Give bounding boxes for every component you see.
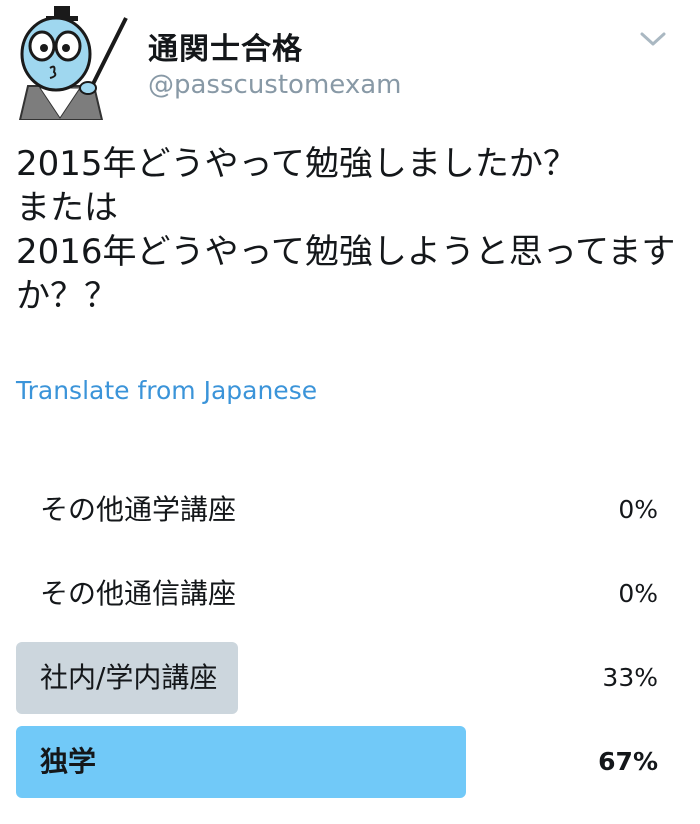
poll-option: 社内/学内講座 33% — [16, 642, 666, 716]
cartoon-avatar-icon — [18, 6, 128, 121]
tweet-menu-button[interactable] — [638, 28, 668, 50]
chevron-down-icon — [640, 32, 666, 46]
poll-option-percent: 33% — [602, 663, 658, 692]
poll-option-label: 社内/学内講座 — [40, 661, 218, 694]
poll-option: 独学 67% — [16, 726, 666, 800]
poll-option-percent: 0% — [618, 495, 658, 524]
poll-option-label: 独学 — [40, 745, 97, 778]
avatar[interactable] — [10, 6, 130, 121]
tweet-text-line: または — [16, 188, 118, 228]
poll-option-label: その他通学講座 — [40, 493, 237, 526]
tweet-text-line: 2016年どうやって勉強しようと思ってます — [16, 232, 676, 272]
poll: その他通学講座 0% その他通信講座 0% 社内/学内講座 33% 独学 67% — [16, 474, 666, 810]
tweet-text-line: か？？ — [16, 276, 118, 316]
translate-link[interactable]: Translate from Japanese — [16, 376, 317, 405]
poll-option-percent: 67% — [598, 747, 658, 776]
tweet-text-line: 2015年どうやって勉強しましたか？ — [16, 144, 577, 184]
display-name[interactable]: 通関士合格 — [148, 24, 303, 68]
poll-option-percent: 0% — [618, 579, 658, 608]
poll-option: その他通学講座 0% — [16, 474, 666, 548]
tweet-header: 通関士合格 @passcustomexam — [0, 0, 700, 121]
poll-option: その他通信講座 0% — [16, 558, 666, 632]
user-handle[interactable]: @passcustomexam — [148, 70, 401, 100]
tweet-text: 2015年どうやって勉強しましたか？ または 2016年どうやって勉強しようと思… — [16, 142, 686, 318]
poll-option-label: その他通信講座 — [40, 577, 237, 610]
poll-footer — [16, 810, 416, 824]
